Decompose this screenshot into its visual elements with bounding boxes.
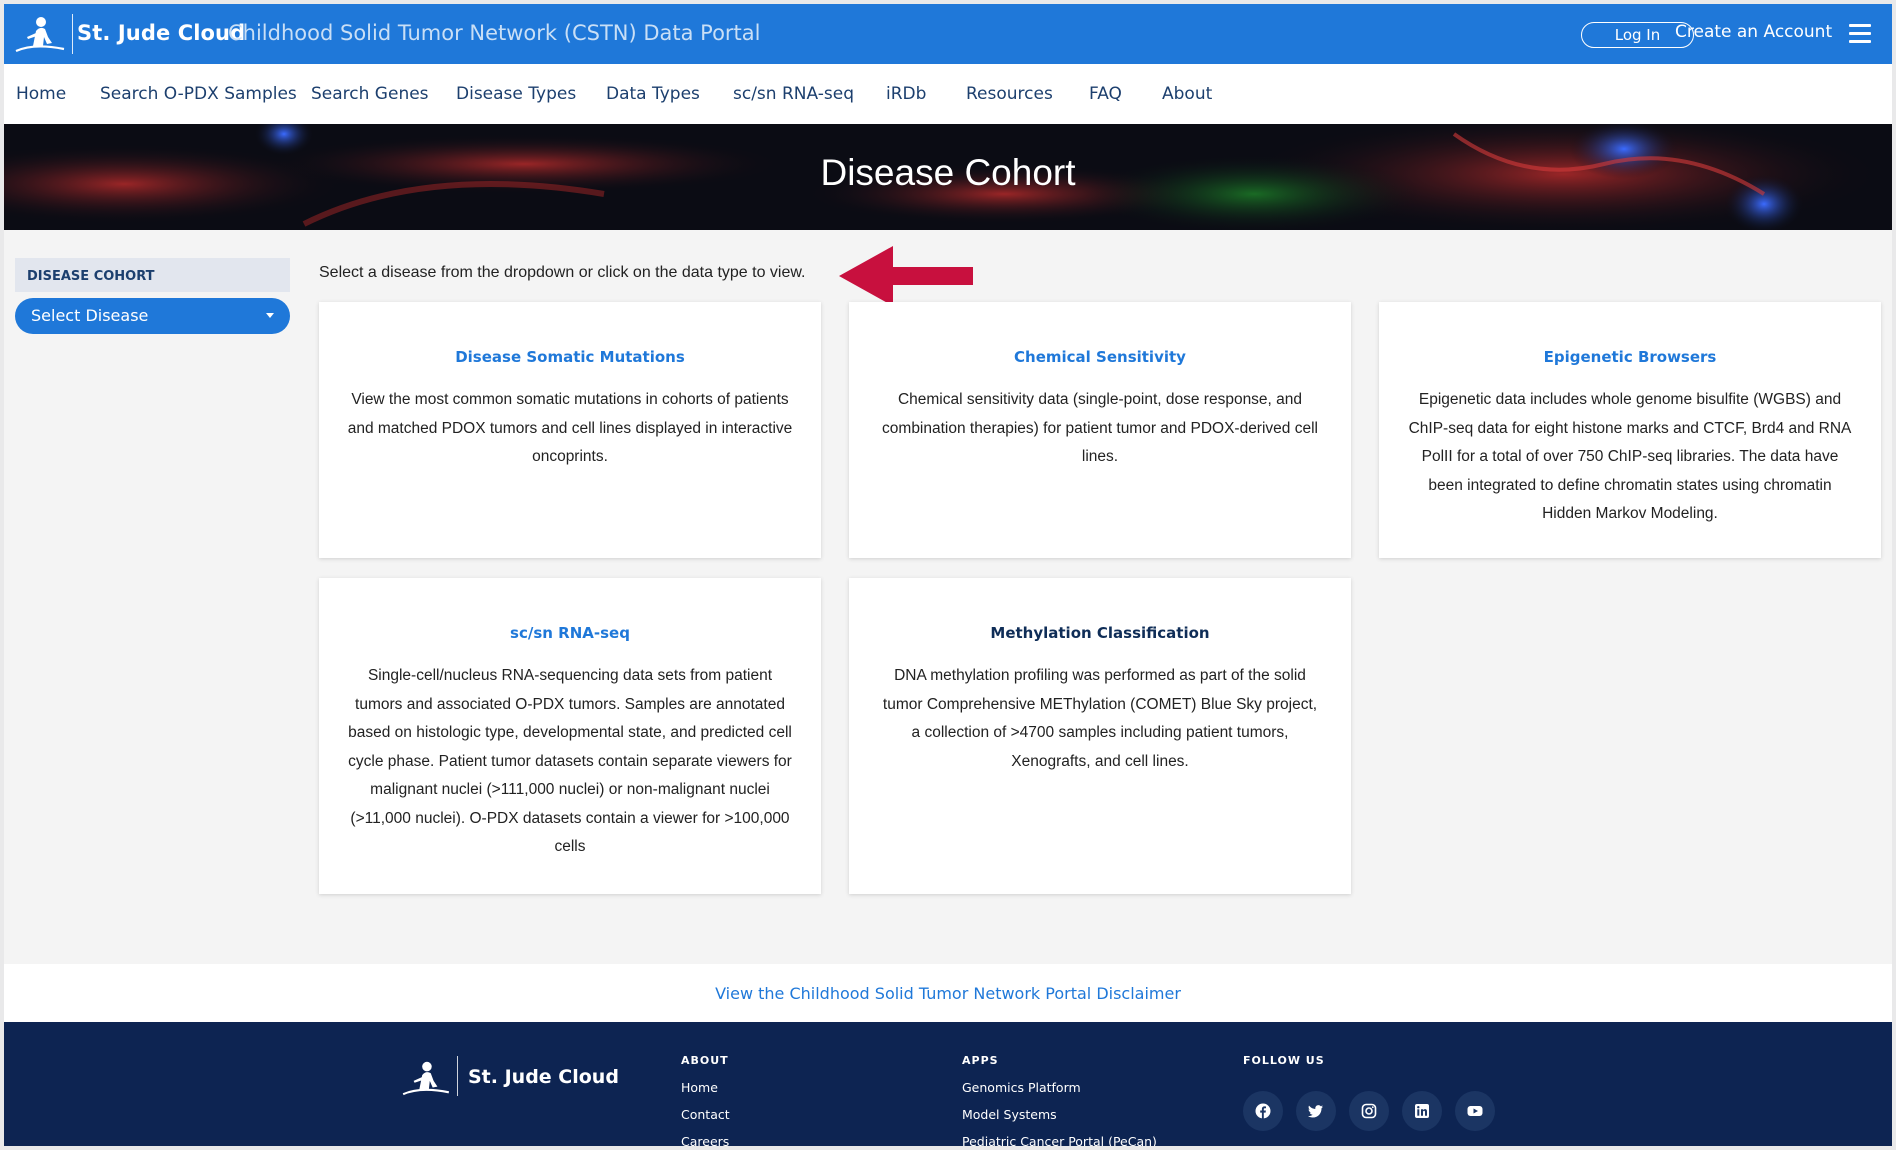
footer-about-column: ABOUT Home Contact Careers [681,1054,730,1146]
footer-link-pecan[interactable]: Pediatric Cancer Portal (PeCan) [962,1134,1157,1146]
card-epigenetic-browsers[interactable]: Epigenetic Browsers Epigenetic data incl… [1379,302,1881,558]
card-disease-somatic-mutations[interactable]: Disease Somatic Mutations View the most … [319,302,821,558]
footer-link-contact[interactable]: Contact [681,1107,730,1122]
card-sc-sn-rna-seq[interactable]: sc/sn RNA-seq Single-cell/nucleus RNA-se… [319,578,821,894]
card-description: DNA methylation profiling was performed … [882,667,1318,770]
page-title: Disease Cohort [820,152,1076,193]
footer-brand[interactable]: St. Jude Cloud [468,1066,619,1088]
card-title[interactable]: sc/sn RNA-seq [319,624,821,642]
nav-item-about[interactable]: About [1162,84,1212,104]
sidebar-header: DISEASE COHORT [15,258,290,292]
disclaimer-band: View the Childhood Solid Tumor Network P… [4,964,1892,1022]
instagram-icon[interactable] [1349,1091,1389,1131]
card-title[interactable]: Epigenetic Browsers [1379,348,1881,366]
red-arrow-icon [839,246,973,306]
footer-apps-column: APPS Genomics Platform Model Systems Ped… [962,1054,1157,1146]
card-description: Chemical sensitivity data (single-point,… [882,391,1318,465]
nav-item-faq[interactable]: FAQ [1089,84,1122,104]
linkedin-icon[interactable] [1402,1091,1442,1131]
footer-link-model-systems[interactable]: Model Systems [962,1107,1157,1122]
footer-follow-column: FOLLOW US [1243,1054,1325,1080]
social-links [1243,1091,1508,1131]
footer-follow-title: FOLLOW US [1243,1054,1325,1067]
main-nav: Home Search O-PDX Samples Search Genes D… [4,64,1892,124]
nav-item-search-genes[interactable]: Search Genes [311,84,429,104]
nav-item-resources[interactable]: Resources [966,84,1053,104]
select-disease-label: Select Disease [31,306,149,325]
nav-item-sc-sn-rna-seq[interactable]: sc/sn RNA-seq [733,84,854,104]
st-jude-logo-icon[interactable] [14,13,66,55]
brand-name[interactable]: St. Jude Cloud [77,21,245,45]
card-title[interactable]: Methylation Classification [849,624,1351,642]
logo-divider [72,14,73,54]
twitter-icon[interactable] [1296,1091,1336,1131]
hamburger-menu-icon[interactable] [1849,24,1871,44]
footer-apps-title: APPS [962,1054,999,1067]
footer-about-title: ABOUT [681,1054,729,1067]
select-disease-dropdown[interactable]: Select Disease [15,298,290,334]
card-chemical-sensitivity[interactable]: Chemical Sensitivity Chemical sensitivit… [849,302,1351,558]
card-description: Epigenetic data includes whole genome bi… [1408,391,1852,522]
footer-link-genomics-platform[interactable]: Genomics Platform [962,1080,1157,1095]
facebook-icon[interactable] [1243,1091,1283,1131]
card-description: Single-cell/nucleus RNA-sequencing data … [348,667,792,855]
footer-link-home[interactable]: Home [681,1080,730,1095]
nav-item-search-opdx-samples[interactable]: Search O-PDX Samples [100,84,297,104]
instruction-text: Select a disease from the dropdown or cl… [319,264,806,281]
create-account-link[interactable]: Create an Account [1675,22,1832,42]
portal-title[interactable]: Childhood Solid Tumor Network (CSTN) Dat… [228,21,761,45]
disclaimer-link[interactable]: View the Childhood Solid Tumor Network P… [4,984,1892,1003]
st-jude-logo-icon[interactable] [401,1058,451,1098]
card-description: View the most common somatic mutations i… [347,391,793,465]
card-title[interactable]: Chemical Sensitivity [849,348,1351,366]
browser-viewport: St. Jude Cloud Childhood Solid Tumor Net… [4,4,1892,1146]
youtube-icon[interactable] [1455,1091,1495,1131]
footer-logo-divider [457,1056,458,1096]
nav-item-home[interactable]: Home [16,84,66,104]
card-methylation-classification[interactable]: Methylation Classification DNA methylati… [849,578,1351,894]
top-bar: St. Jude Cloud Childhood Solid Tumor Net… [4,4,1892,64]
card-title[interactable]: Disease Somatic Mutations [319,348,821,366]
hero-banner: Disease Cohort [4,124,1892,230]
caret-down-icon [266,313,274,318]
footer: St. Jude Cloud ABOUT Home Contact Career… [4,1022,1892,1146]
nav-item-irdb[interactable]: iRDb [886,84,926,104]
nav-item-data-types[interactable]: Data Types [606,84,700,104]
footer-link-careers[interactable]: Careers [681,1134,730,1146]
nav-item-disease-types[interactable]: Disease Types [456,84,576,104]
